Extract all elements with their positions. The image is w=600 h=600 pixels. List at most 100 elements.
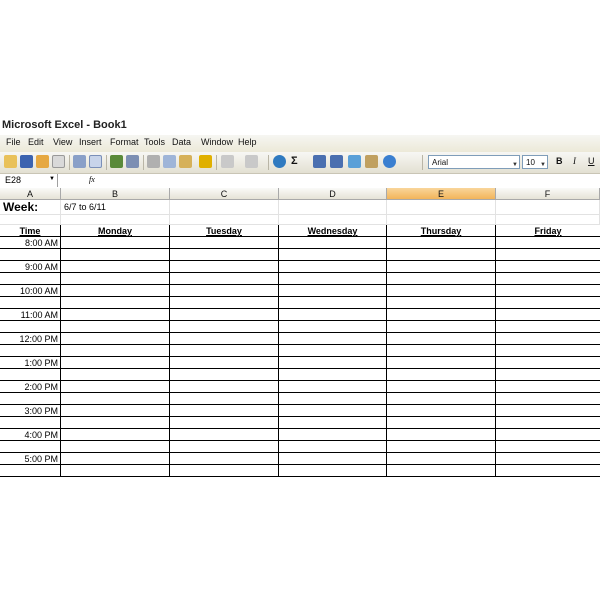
column-header-e[interactable]: E [387,188,496,200]
copy-icon[interactable] [163,155,176,168]
cell[interactable]: Time [0,225,61,237]
cell[interactable] [170,405,279,417]
column-header-d[interactable]: D [279,188,387,200]
menu-window[interactable]: Window [201,137,233,147]
cell[interactable] [496,405,600,417]
cell[interactable] [61,405,170,417]
menu-insert[interactable]: Insert [79,137,102,147]
cell[interactable] [279,369,387,381]
cell[interactable]: Tuesday [170,225,279,237]
cell[interactable] [387,297,496,309]
cell[interactable] [279,261,387,273]
cell[interactable] [170,429,279,441]
cell[interactable] [387,393,496,405]
cell[interactable] [279,273,387,285]
cell[interactable] [170,453,279,465]
cell[interactable] [496,345,600,357]
cell[interactable] [496,333,600,345]
print-icon[interactable] [73,155,86,168]
cell[interactable] [170,393,279,405]
cell[interactable] [61,357,170,369]
cell[interactable] [0,345,61,357]
cell[interactable] [61,285,170,297]
cell[interactable]: Friday [496,225,600,237]
cell[interactable] [279,453,387,465]
cell[interactable] [170,249,279,261]
cell[interactable] [0,369,61,381]
cell[interactable] [0,441,61,453]
cell[interactable]: 5:00 PM [0,453,61,465]
cell[interactable] [279,309,387,321]
worksheet-grid[interactable]: A B C D E F Week: 6/7 to 6/11 Time Monday Tu… [0,188,600,483]
cell[interactable] [496,261,600,273]
redo-icon[interactable] [245,155,258,168]
cell[interactable] [496,393,600,405]
cell[interactable] [387,333,496,345]
cell[interactable] [279,393,387,405]
cell[interactable] [0,249,61,261]
cell[interactable] [170,345,279,357]
cell[interactable] [61,369,170,381]
save-icon[interactable] [20,155,33,168]
cut-icon[interactable] [147,155,160,168]
print-preview-icon[interactable] [89,155,102,168]
column-header-c[interactable]: C [170,188,279,200]
cell[interactable]: Wednesday [279,225,387,237]
cell[interactable]: 9:00 AM [0,261,61,273]
menu-view[interactable]: View [53,137,72,147]
cell[interactable] [496,429,600,441]
cell[interactable] [279,345,387,357]
cell[interactable] [496,357,600,369]
cell[interactable] [61,333,170,345]
cell[interactable] [61,321,170,333]
cell[interactable] [496,453,600,465]
sort-ascending-icon[interactable] [313,155,326,168]
cell[interactable]: Monday [61,225,170,237]
cell[interactable] [496,381,600,393]
help-icon[interactable] [383,155,396,168]
column-header-b[interactable]: B [61,188,170,200]
cell[interactable] [279,357,387,369]
cell[interactable] [387,321,496,333]
cell[interactable] [496,285,600,297]
cell[interactable] [61,297,170,309]
cell[interactable] [496,297,600,309]
cell[interactable] [496,465,600,477]
cell[interactable] [0,393,61,405]
cell[interactable] [170,237,279,249]
cell[interactable] [170,441,279,453]
paste-icon[interactable] [179,155,192,168]
cell[interactable] [61,309,170,321]
cell[interactable] [387,345,496,357]
cell[interactable] [387,261,496,273]
italic-button[interactable]: I [573,156,576,166]
cell[interactable] [61,381,170,393]
cell[interactable] [170,357,279,369]
cell[interactable] [496,237,600,249]
underline-button[interactable]: U [588,156,595,166]
research-icon[interactable] [126,155,139,168]
cell[interactable] [279,333,387,345]
cell[interactable] [387,429,496,441]
cell[interactable] [387,381,496,393]
cell[interactable] [496,417,600,429]
cell[interactable] [387,273,496,285]
cell[interactable] [279,249,387,261]
cell[interactable] [387,405,496,417]
cell[interactable] [61,215,170,225]
cell[interactable] [0,465,61,477]
cell[interactable] [61,417,170,429]
cell[interactable]: 3:00 PM [0,405,61,417]
cell[interactable] [61,345,170,357]
cell[interactable] [387,417,496,429]
cell[interactable] [61,453,170,465]
chevron-down-icon[interactable]: ▼ [49,176,55,182]
cell[interactable] [279,381,387,393]
cell[interactable] [496,309,600,321]
spelling-icon[interactable] [110,155,123,168]
cell[interactable] [279,285,387,297]
cell[interactable] [279,321,387,333]
font-name-select[interactable]: Arial ▼ [428,155,520,169]
cell[interactable] [170,417,279,429]
format-painter-icon[interactable] [199,155,212,168]
